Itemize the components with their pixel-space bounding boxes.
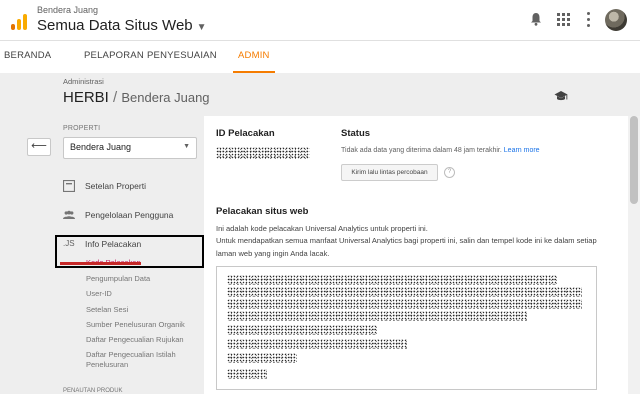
apps-grid-icon[interactable] [557,13,571,27]
redacted-code-line [227,369,267,379]
tracking-id-redacted [216,147,310,159]
sidebar-item-pengelolaan-pengguna[interactable]: Pengelolaan Pengguna [63,207,193,225]
description-line-3: laman web yang ingin Anda lacak. [216,249,330,258]
back-button[interactable]: ⟵ [27,138,51,156]
property-select[interactable]: Bendera Juang ▼ [63,137,197,159]
sub-item-pengumpulan-data[interactable]: Pengumpulan Data [86,274,150,283]
people-icon [63,210,75,219]
account-title: HERBI [63,89,109,106]
section-label: PROPERTI [63,125,101,132]
tracking-code-panel: ID Pelacakan Status Tidak ada data yang … [204,116,628,394]
tracking-id-title: ID Pelacakan [216,128,275,139]
analytics-logo-icon[interactable] [11,14,27,30]
tab-admin[interactable]: ADMIN [233,41,275,73]
property-picker[interactable]: Semua Data Situs Web ▼ [37,17,207,34]
status-text: Tidak ada data yang diterima dalam 48 ja… [341,147,540,154]
bell-icon[interactable] [530,12,542,26]
status-message: Tidak ada data yang diterima dalam 48 ja… [341,147,502,154]
account-name: Bendera Juang [37,5,99,15]
description-line-2: Untuk mendapatkan semua manfaat Universa… [216,236,597,245]
arrow-left-icon: ⟵ [31,140,47,152]
top-bar: Bendera Juang Semua Data Situs Web ▼ [0,0,640,40]
tracking-code-textarea[interactable] [216,266,597,390]
section-label-product-linking: PENAUTAN PRODUK [63,388,123,394]
redacted-code-line [227,339,407,349]
sub-item-label-line2: Penelusuran [86,360,129,369]
help-icon[interactable]: ? [444,167,455,178]
property-title: Bendera Juang [121,90,210,105]
learn-more-link[interactable]: Learn more [504,147,540,154]
redacted-code-line [227,325,377,335]
title-separator: / [113,89,118,106]
sub-item-sumber-penelusuran-organik[interactable]: Sumber Penelusuran Organik [86,320,185,329]
main-nav: BERANDA PELAPORAN PENYESUAIAN ADMIN [0,40,640,74]
redacted-code-line [227,275,557,285]
scrollbar-thumb[interactable] [630,116,638,204]
redacted-code-line [227,311,527,321]
sub-item-label: Daftar Pengecualian Istilah [86,350,176,359]
annotation-underline [60,262,141,265]
page-scrollbar[interactable] [628,116,640,394]
tab-pelaporan[interactable]: PELAPORAN [84,41,144,71]
sub-item-user-id[interactable]: User-ID [86,289,112,298]
redacted-code-line [227,287,582,297]
description-line-1: Ini adalah kode pelacakan Universal Anal… [216,224,428,233]
send-test-traffic-button[interactable]: Kirim lalu lintas percobaan [341,164,438,181]
sub-item-setelan-sesi[interactable]: Setelan Sesi [86,305,128,314]
status-title: Status [341,128,371,139]
caret-down-icon: ▼ [196,22,207,33]
sidebar-item-label: Setelan Properti [85,181,146,191]
sub-item-daftar-pengecualian-rujukan[interactable]: Daftar Pengecualian Rujukan [86,335,184,344]
breadcrumb: Administrasi [63,77,104,86]
caret-down-icon: ▼ [183,143,190,150]
property-select-value: Bendera Juang [70,142,132,152]
sidebar-item-setelan-properti[interactable]: Setelan Properti [63,178,193,196]
redacted-code-line [227,299,582,309]
website-tracking-title: Pelacakan situs web [216,206,309,217]
tab-beranda[interactable]: BERANDA [4,41,51,71]
sub-item-daftar-pengecualian-istilah[interactable]: Daftar Pengecualian Istilah Penelusuran [86,350,176,370]
sidebar-item-label: Pengelolaan Pengguna [85,210,174,220]
avatar[interactable] [605,9,627,31]
redacted-code-line [227,353,297,363]
more-vert-icon[interactable] [587,12,591,28]
page-header: Administrasi HERBI / Bendera Juang [0,73,640,115]
property-name: Semua Data Situs Web [37,17,193,34]
tab-penyesuaian[interactable]: PENYESUAIAN [147,41,217,71]
graduation-cap-icon[interactable] [554,90,568,102]
settings-square-icon [63,180,75,192]
page-title: HERBI / Bendera Juang [63,89,210,106]
